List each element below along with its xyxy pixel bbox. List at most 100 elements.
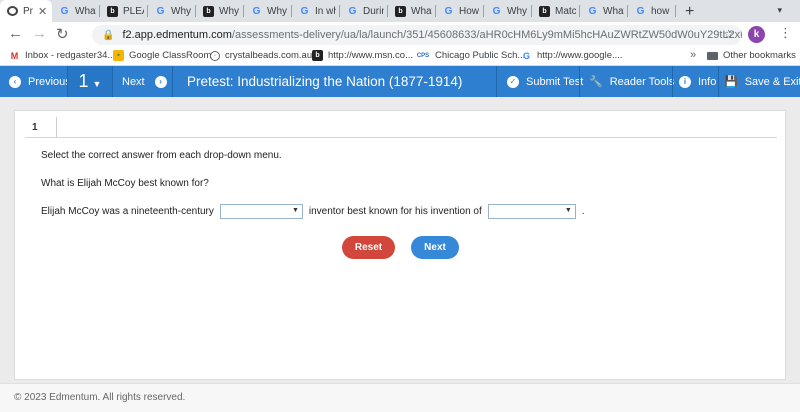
save-disk-icon: 💾 <box>724 76 738 88</box>
back-icon[interactable]: ← <box>8 25 23 42</box>
question-number: 1 <box>78 71 89 91</box>
browser-tab[interactable]: G Why v <box>244 0 292 22</box>
browser-tab[interactable]: G How c <box>436 0 484 22</box>
bookmark-item[interactable]: b http://www.msn.co... <box>312 50 413 61</box>
google-icon: G <box>492 5 501 17</box>
bookmark-label: http://www.msn.co... <box>328 50 413 61</box>
question-number-dropdown[interactable]: 1 ▼ <box>68 66 112 97</box>
browser-tab[interactable]: G During <box>340 0 388 22</box>
divider <box>579 66 580 97</box>
test-title: Pretest: Industrializing the Nation (187… <box>187 74 463 89</box>
globe-icon: ◦ <box>210 50 220 61</box>
reset-button[interactable]: Reset <box>342 236 395 259</box>
tab-underline <box>25 137 777 138</box>
bookmarks-bar: M Inbox - redgaster34... ▪ Google ClassRoo… <box>0 48 800 66</box>
google-icon: G <box>636 5 645 17</box>
tab-title: how t <box>651 5 672 17</box>
chevron-right-icon: › <box>154 75 167 88</box>
bookmark-item[interactable]: ◦ crystalbeads.com.au <box>210 50 312 61</box>
tab-search-icon[interactable]: ▾ <box>777 5 782 16</box>
bookmark-item[interactable]: M Inbox - redgaster34... <box>9 50 116 61</box>
save-exit-label: Save & Exit <box>744 75 800 88</box>
close-tab-icon[interactable]: ✕ <box>38 5 47 18</box>
tab-title: Match <box>555 5 576 17</box>
google-icon: G <box>252 5 261 17</box>
bookmark-star-icon[interactable]: ☆ <box>723 27 734 41</box>
question-panel: 1 Select the correct answer from each dr… <box>14 110 786 380</box>
tab-title: In wh <box>315 5 336 17</box>
check-circle-icon: ✓ <box>507 75 519 88</box>
chevron-down-icon: ▼ <box>92 78 102 89</box>
reload-icon[interactable]: ↻ <box>56 25 69 43</box>
more-bookmarks-icon[interactable]: » <box>690 49 696 61</box>
browser-tab-active[interactable]: Pr ✕ <box>0 0 52 22</box>
profile-avatar[interactable]: k <box>748 26 765 43</box>
submit-test-button[interactable]: ✓ Submit Test <box>507 66 583 97</box>
divider <box>718 66 719 97</box>
forward-icon[interactable]: → <box>32 25 47 42</box>
dropdown-arrow-icon: ▼ <box>564 207 572 214</box>
dropdown-1[interactable]: ▼ <box>219 204 303 219</box>
save-exit-button[interactable]: 💾 Save & Exit <box>724 66 800 97</box>
info-label: Info <box>698 75 717 88</box>
next-label: Next <box>122 75 145 88</box>
browser-tab[interactable]: G Why v <box>484 0 532 22</box>
previous-button[interactable]: ‹ Previous <box>9 66 71 97</box>
reader-tools-label: Reader Tools <box>609 75 675 88</box>
tab-title: Pr <box>23 5 33 17</box>
tab-title: What <box>603 5 624 17</box>
bookmark-item[interactable]: ▪ Google ClassRoom <box>113 50 211 61</box>
info-icon: i <box>679 75 691 88</box>
lock-icon: 🔒 <box>102 29 115 41</box>
sentence-end: . <box>581 206 585 217</box>
dropdown-2[interactable]: ▼ <box>487 204 576 219</box>
browser-menu-icon[interactable]: ⋮ <box>779 25 792 41</box>
google-icon: G <box>588 5 597 17</box>
browser-tab[interactable]: G What <box>580 0 628 22</box>
browser-tab-strip: Pr ✕ GWhat bPLEA GWhy v bWhy v GWhy v GI… <box>0 0 800 22</box>
tab-title: How c <box>459 5 480 17</box>
browser-tab[interactable]: b What <box>388 0 436 22</box>
info-button[interactable]: i Info <box>679 66 716 97</box>
brainly-icon: b <box>539 5 550 17</box>
brainly-icon: b <box>107 5 118 17</box>
tab-title: Why v <box>267 5 288 17</box>
dropdown-arrow-icon: ▼ <box>291 207 299 214</box>
google-icon: G <box>348 5 357 17</box>
new-tab-button[interactable]: + <box>685 3 694 21</box>
submit-label: Submit Test <box>526 75 584 88</box>
sentence-part-1: Elijah McCoy was a nineteenth-century <box>41 206 214 217</box>
bookmark-label: Chicago Public Sch... <box>435 50 526 61</box>
divider <box>672 66 673 97</box>
bookmark-item[interactable]: Ghttp://www.google.... <box>521 50 623 61</box>
next-button[interactable]: Next <box>411 236 459 259</box>
folder-icon <box>707 51 718 60</box>
brainly-icon: b <box>312 50 323 61</box>
tab-title: Why v <box>219 5 240 17</box>
browser-tab[interactable]: G In wh <box>292 0 340 22</box>
browser-tab[interactable]: G Why v <box>148 0 196 22</box>
other-bookmarks-label: Other bookmarks <box>723 50 796 61</box>
address-bar[interactable]: 🔒 f2.app.edmentum.com/assessments-delive… <box>92 25 742 45</box>
browser-tab[interactable]: Ghow t <box>628 0 676 22</box>
brainly-icon: b <box>395 5 406 17</box>
bookmark-label: crystalbeads.com.au <box>225 50 313 61</box>
divider <box>112 66 113 97</box>
tab-title: Why v <box>171 5 192 17</box>
edmentum-icon <box>7 6 18 16</box>
browser-tab[interactable]: b Match <box>532 0 580 22</box>
browser-tab[interactable]: b Why v <box>196 0 244 22</box>
gmail-icon: M <box>10 50 19 61</box>
browser-tab[interactable]: G What <box>52 0 100 22</box>
next-question-button[interactable]: Next › <box>122 66 167 97</box>
bookmark-item[interactable]: CPS Chicago Public Sch... <box>416 50 525 61</box>
divider <box>496 66 497 97</box>
instruction-text: Select the correct answer from each drop… <box>41 150 282 161</box>
question-prompt: What is Elijah McCoy best known for? <box>41 178 209 189</box>
browser-tab[interactable]: b PLEA <box>100 0 148 22</box>
tab-title: During <box>363 5 384 17</box>
reader-tools-button[interactable]: 🔧 Reader Tools <box>589 66 674 97</box>
question-tab: 1 <box>25 117 57 137</box>
tab-title: What <box>75 5 96 17</box>
other-bookmarks[interactable]: Other bookmarks <box>707 50 796 61</box>
